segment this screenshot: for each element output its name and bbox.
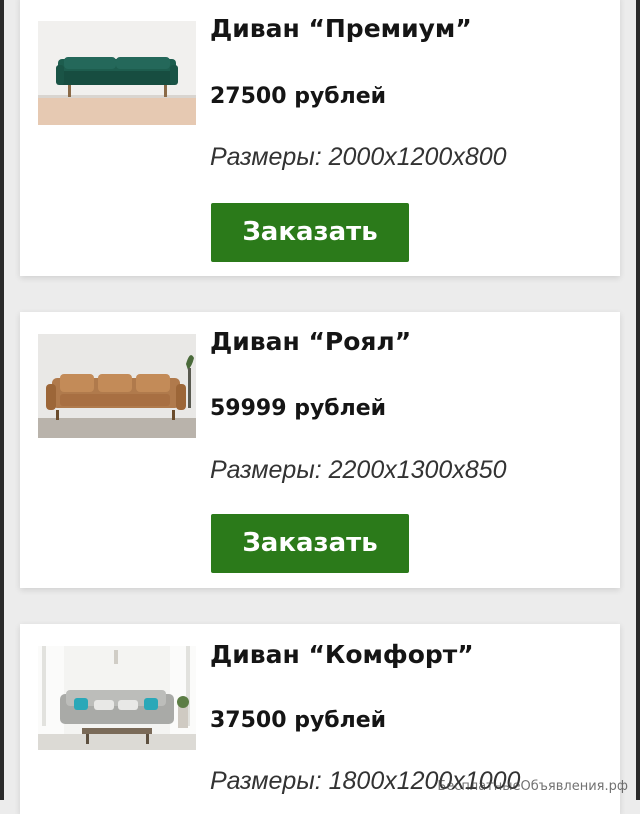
product-price: 27500 рублей [210,84,387,109]
product-price: 37500 рублей [210,708,387,733]
product-image-grey-sofa[interactable] [38,646,196,750]
frame-edge-right [636,0,640,800]
product-image-tan-sofa[interactable] [38,334,196,438]
site-watermark: БесплатныеОбъявления.рф [437,779,628,794]
product-card-premium: Диван “Премиум” 27500 рублей Размеры: 20… [20,0,620,276]
order-button[interactable]: Заказать [211,514,409,573]
product-dimensions: Размеры: 2000x1200x800 [210,143,507,171]
product-dimensions: Размеры: 2200x1300x850 [210,456,507,484]
product-title: Диван “Роял” [210,327,412,356]
product-title: Диван “Комфорт” [210,640,474,669]
order-button[interactable]: Заказать [211,203,409,262]
product-title: Диван “Премиум” [210,14,472,43]
product-image-green-sofa[interactable] [38,21,196,125]
product-card-royal: Диван “Роял” 59999 рублей Размеры: 2200x… [20,312,620,588]
frame-edge-left [0,0,4,800]
product-price: 59999 рублей [210,396,387,421]
